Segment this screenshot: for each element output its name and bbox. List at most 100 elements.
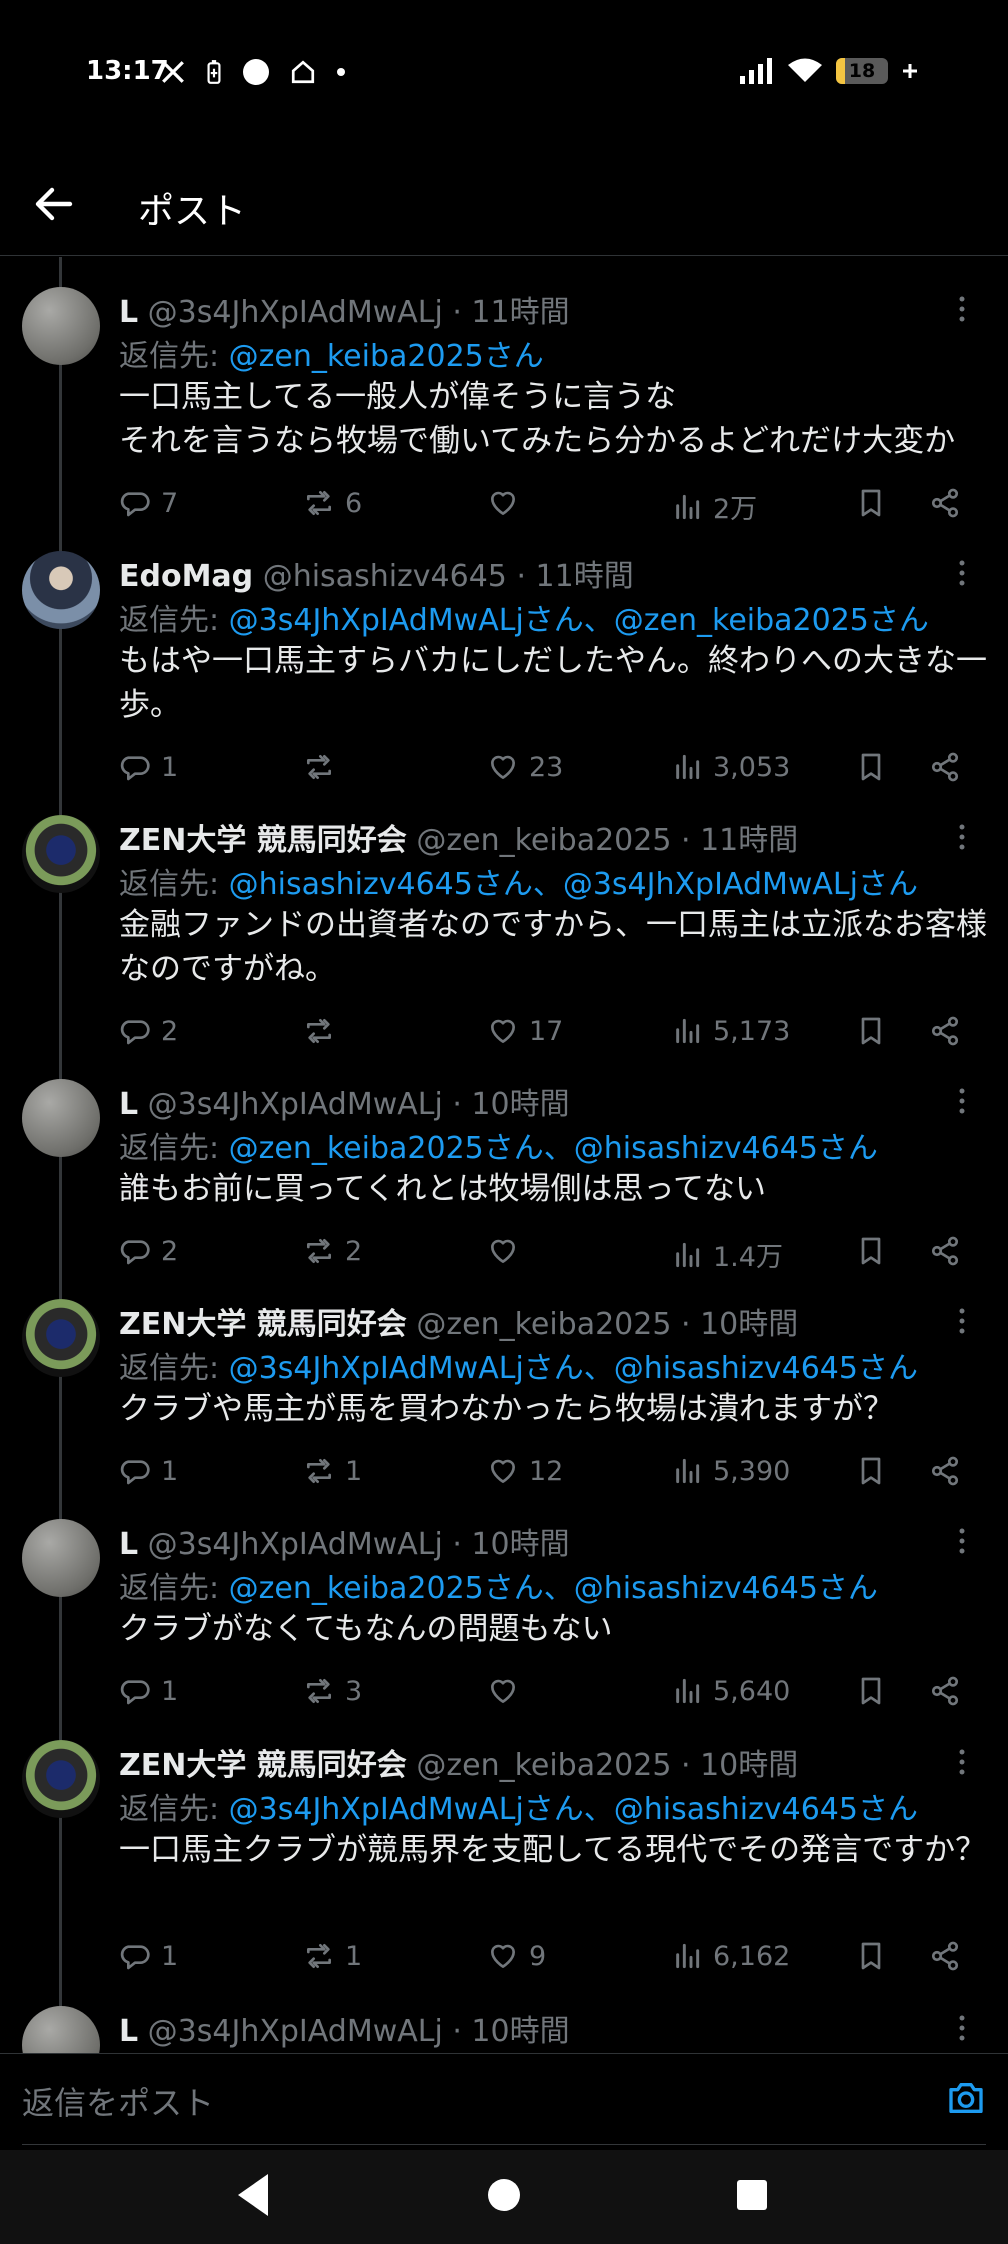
author-handle[interactable]: @zen_keiba2025 — [416, 1307, 671, 1342]
more-vertical-icon[interactable] — [952, 557, 972, 589]
share-button[interactable] — [929, 1675, 961, 1707]
avatar[interactable] — [22, 1299, 100, 1377]
reply-to: 返信先: @zen_keiba2025さん、@hisashizv4645さん — [119, 1123, 878, 1167]
author-handle[interactable]: @3s4JhXpIAdMwALj — [148, 1527, 443, 1562]
views-button[interactable]: 6,162 — [671, 1940, 790, 1972]
tweet[interactable]: L @3s4JhXpIAdMwALj · 10時間 返信先: @zen_keiba… — [0, 1519, 1008, 1735]
reply-mentions[interactable]: @3s4JhXpIAdMwALjさん、@hisashizv4645さん — [229, 1792, 918, 1827]
avatar[interactable] — [22, 1079, 100, 1157]
retweet-button[interactable]: 6 — [303, 487, 362, 519]
reply-mentions[interactable]: @3s4JhXpIAdMwALjさん、@zen_keiba2025さん — [229, 603, 929, 638]
share-button[interactable] — [929, 1940, 961, 1972]
reply-button[interactable]: 2 — [119, 1235, 178, 1267]
bookmark-button[interactable] — [855, 1675, 887, 1707]
retweet-button[interactable] — [303, 1015, 345, 1047]
reply-button[interactable]: 1 — [119, 1675, 178, 1707]
tweet[interactable]: L @3s4JhXpIAdMwALj · 10時間 — [0, 2006, 1008, 2053]
bookmark-button[interactable] — [855, 1015, 887, 1047]
bookmark-button[interactable] — [855, 1940, 887, 1972]
reply-button[interactable]: 1 — [119, 1940, 178, 1972]
views-button[interactable]: 3,053 — [671, 751, 790, 783]
like-button[interactable] — [487, 1235, 529, 1267]
share-button[interactable] — [929, 1455, 961, 1487]
avatar[interactable] — [22, 287, 100, 365]
views-button[interactable]: 5,390 — [671, 1455, 790, 1487]
tweet[interactable]: L @3s4JhXpIAdMwALj · 10時間 返信先: @zen_keiba… — [0, 1079, 1008, 1295]
reply-mentions[interactable]: @3s4JhXpIAdMwALjさん、@hisashizv4645さん — [229, 1351, 918, 1386]
reply-mentions[interactable]: @zen_keiba2025さん、@hisashizv4645さん — [229, 1571, 878, 1606]
author-name[interactable]: ZEN大学 競馬同好会 — [119, 1307, 407, 1342]
retweet-button[interactable]: 3 — [303, 1675, 362, 1707]
avatar[interactable] — [22, 1740, 100, 1818]
share-button[interactable] — [929, 751, 961, 783]
author-name[interactable]: ZEN大学 競馬同好会 — [119, 1748, 407, 1783]
more-vertical-icon[interactable] — [952, 2012, 972, 2044]
retweet-button[interactable]: 1 — [303, 1940, 362, 1972]
author-name[interactable]: L — [119, 2014, 138, 2049]
more-vertical-icon[interactable] — [952, 1305, 972, 1337]
author-name[interactable]: L — [119, 1087, 138, 1122]
like-button[interactable]: 17 — [487, 1015, 563, 1047]
retweet-button[interactable]: 2 — [303, 1235, 362, 1267]
like-button[interactable] — [487, 487, 529, 519]
camera-icon[interactable] — [946, 2078, 986, 2118]
tweet-header: L @3s4JhXpIAdMwALj · 10時間 — [119, 2006, 570, 2050]
more-vertical-icon[interactable] — [952, 1085, 972, 1117]
more-vertical-icon[interactable] — [952, 1746, 972, 1778]
avatar[interactable] — [22, 551, 100, 629]
thread[interactable]: L @3s4JhXpIAdMwALj · 11時間 返信先: @zen_keiba… — [0, 257, 1008, 2053]
reply-mentions[interactable]: @hisashizv4645さん、@3s4JhXpIAdMwALjさん — [229, 867, 918, 902]
author-handle[interactable]: @3s4JhXpIAdMwALj — [148, 1087, 443, 1122]
author-handle[interactable]: @hisashizv4645 — [263, 559, 507, 594]
author-handle[interactable]: @zen_keiba2025 — [416, 1748, 671, 1783]
reply-mentions[interactable]: @zen_keiba2025さん — [229, 339, 544, 374]
author-handle[interactable]: @3s4JhXpIAdMwALj — [148, 2014, 443, 2049]
author-name[interactable]: ZEN大学 競馬同好会 — [119, 823, 407, 858]
author-handle[interactable]: @3s4JhXpIAdMwALj — [148, 295, 443, 330]
nav-back-button[interactable] — [234, 2170, 274, 2220]
avatar[interactable] — [22, 2006, 100, 2053]
author-name[interactable]: L — [119, 1527, 138, 1562]
reply-button[interactable]: 1 — [119, 751, 178, 783]
bookmark-button[interactable] — [855, 1455, 887, 1487]
retweet-button[interactable]: 1 — [303, 1455, 362, 1487]
avatar[interactable] — [22, 815, 100, 893]
like-button[interactable]: 12 — [487, 1455, 563, 1487]
tweet[interactable]: EdoMag @hisashizv4645 · 11時間 返信先: @3s4JhX… — [0, 551, 1008, 811]
avatar[interactable] — [22, 1519, 100, 1597]
reply-button[interactable]: 7 — [119, 487, 178, 519]
author-name[interactable]: EdoMag — [119, 559, 253, 594]
more-vertical-icon[interactable] — [952, 293, 972, 325]
views-button[interactable]: 5,173 — [671, 1015, 790, 1047]
tweet[interactable]: ZEN大学 競馬同好会 @zen_keiba2025 · 11時間 返信先: @h… — [0, 815, 1008, 1075]
reply-button[interactable]: 2 — [119, 1015, 178, 1047]
like-button[interactable]: 23 — [487, 751, 563, 783]
retweet-button[interactable] — [303, 751, 345, 783]
view-count: 1.4万 — [713, 1242, 783, 1273]
back-button[interactable] — [30, 180, 78, 228]
tweet[interactable]: ZEN大学 競馬同好会 @zen_keiba2025 · 10時間 返信先: @3… — [0, 1299, 1008, 1515]
more-vertical-icon[interactable] — [952, 1525, 972, 1557]
views-button[interactable]: 5,640 — [671, 1675, 790, 1707]
author-handle[interactable]: @zen_keiba2025 — [416, 823, 671, 858]
tweet[interactable]: ZEN大学 競馬同好会 @zen_keiba2025 · 10時間 返信先: @3… — [0, 1740, 1008, 2000]
bookmark-button[interactable] — [855, 751, 887, 783]
like-button[interactable] — [487, 1675, 529, 1707]
nav-home-button[interactable] — [486, 2170, 522, 2220]
share-button[interactable] — [929, 1235, 961, 1267]
bookmark-button[interactable] — [855, 1235, 887, 1267]
reply-input[interactable]: 返信をポスト — [22, 2078, 214, 2124]
views-button[interactable]: 1.4万 — [671, 1235, 783, 1274]
nav-recents-button[interactable] — [735, 2170, 769, 2220]
more-vertical-icon[interactable] — [952, 821, 972, 853]
share-button[interactable] — [929, 487, 961, 519]
bookmark-button[interactable] — [855, 487, 887, 519]
reply-mentions[interactable]: @zen_keiba2025さん、@hisashizv4645さん — [229, 1131, 878, 1166]
share-button[interactable] — [929, 1015, 961, 1047]
tweet[interactable]: L @3s4JhXpIAdMwALj · 11時間 返信先: @zen_keiba… — [0, 287, 1008, 547]
like-button[interactable]: 9 — [487, 1940, 546, 1972]
reply-button[interactable]: 1 — [119, 1455, 178, 1487]
views-button[interactable]: 2万 — [671, 487, 757, 526]
system-icons: 18 — [740, 58, 918, 84]
author-name[interactable]: L — [119, 295, 138, 330]
